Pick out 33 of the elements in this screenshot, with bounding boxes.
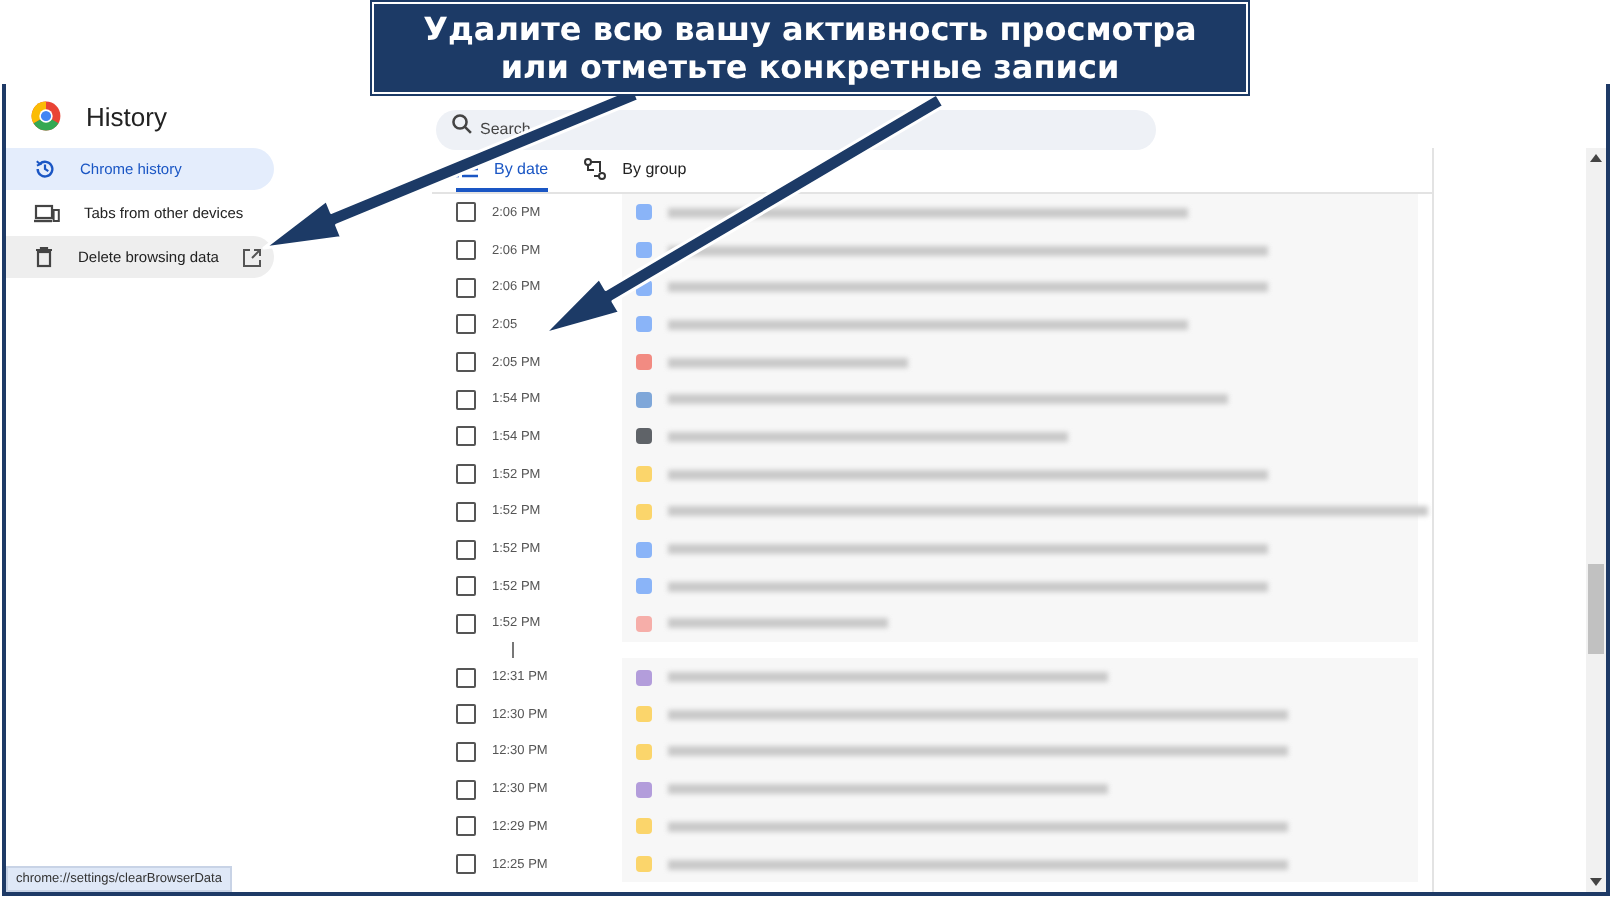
banner-text: Удалите всю вашу активность просмотра [423, 10, 1197, 48]
row-checkbox[interactable] [456, 704, 476, 725]
group-icon [584, 157, 607, 179]
row-checkbox[interactable] [456, 779, 476, 800]
devices-icon [34, 203, 60, 223]
scroll-thumb[interactable] [1588, 564, 1604, 654]
row-checkbox[interactable] [456, 667, 476, 688]
row-checkbox[interactable] [456, 816, 476, 837]
row-checkbox[interactable] [456, 314, 476, 335]
history-icon [34, 158, 56, 180]
row-checkbox[interactable] [456, 352, 476, 373]
trash-icon [34, 246, 54, 268]
view-tab[interactable]: By group [584, 148, 687, 192]
row-checkbox[interactable] [456, 464, 476, 485]
scroll-up-icon[interactable] [1590, 154, 1602, 162]
browser-logo-icon [30, 100, 62, 132]
row-checkbox[interactable] [456, 426, 476, 447]
page-title: History [86, 101, 167, 131]
row-checkbox[interactable] [456, 202, 476, 223]
row-checkbox[interactable] [456, 741, 476, 762]
gap-marker [512, 642, 514, 659]
row-checkbox[interactable] [456, 277, 476, 298]
search-icon [452, 114, 472, 134]
banner-text: или отметьте конкретные записи [500, 48, 1120, 86]
row-checkbox[interactable] [456, 854, 476, 875]
row-checkbox[interactable] [456, 389, 476, 410]
scrollbar[interactable] [1586, 148, 1606, 892]
row-checkbox[interactable] [456, 240, 476, 261]
row-checkbox[interactable] [456, 501, 476, 522]
row-checkbox[interactable] [456, 613, 476, 634]
row-checkbox[interactable] [456, 539, 476, 560]
row-checkbox[interactable] [456, 576, 476, 597]
scroll-down-icon[interactable] [1590, 878, 1602, 886]
